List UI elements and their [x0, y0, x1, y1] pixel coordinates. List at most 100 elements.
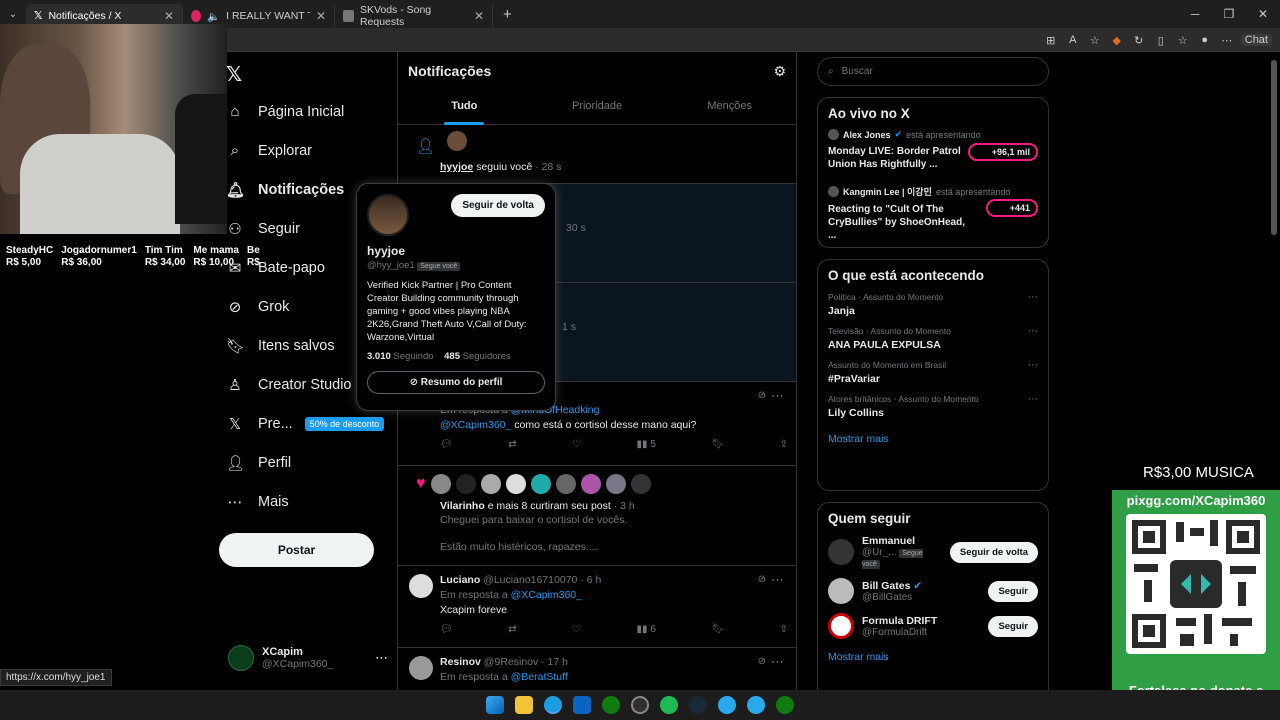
reply-notification[interactable]: ⊘ ⋯ Resinov @9Resinov · 17 h Em resposta… — [398, 648, 796, 688]
share-icon[interactable]: ⇪ — [780, 439, 788, 450]
like-icon[interactable]: ♡ — [572, 624, 581, 635]
extension-icon[interactable]: ◆ — [1109, 34, 1125, 47]
show-more-link[interactable]: Mostrar mais — [828, 651, 1038, 663]
nav-home[interactable]: ⌂ Página Inicial — [226, 92, 391, 131]
more-dots-icon[interactable]: ⋯ — [1028, 326, 1038, 337]
avatar[interactable] — [828, 578, 854, 604]
favorites-icon[interactable]: ☆ — [1175, 34, 1191, 47]
avatar[interactable] — [580, 474, 601, 494]
telegram-icon[interactable] — [747, 696, 765, 714]
refresh-icon[interactable]: ↻ — [1131, 34, 1147, 47]
avatar[interactable] — [505, 474, 526, 494]
show-more-link[interactable]: Mostrar mais — [828, 433, 1038, 445]
trend-item[interactable]: Atores britânicos · Assunto do Momento Li… — [828, 394, 1038, 419]
liker-name[interactable]: Vilarinho — [440, 500, 485, 512]
avatar[interactable] — [555, 474, 576, 494]
live-item[interactable]: Alex Jones ✔ está apresentando Monday LIVE… — [828, 129, 1038, 171]
close-window-icon[interactable]: ✕ — [1246, 0, 1280, 28]
close-tab-icon[interactable]: ✕ — [316, 9, 326, 23]
grok-small-icon[interactable]: ⊘ — [758, 656, 766, 667]
retweet-icon[interactable]: ⇄ — [508, 624, 516, 635]
avatar[interactable] — [828, 613, 854, 639]
profile-handle[interactable]: @hyy_joe1 — [367, 260, 415, 271]
tab-priority[interactable]: Prioridade — [531, 90, 664, 124]
xbox-icon[interactable] — [776, 696, 794, 714]
reply-icon[interactable]: 💬︎ — [440, 439, 453, 450]
spotify-icon[interactable] — [660, 696, 678, 714]
more-dots-icon[interactable]: ⋯ — [1028, 360, 1038, 371]
follow-button[interactable]: Seguir — [988, 580, 1038, 602]
trend-item[interactable]: Televisão · Assunto do Momento ANA PAULA … — [828, 326, 1038, 351]
mention-link[interactable]: @XCapim360_ — [440, 419, 511, 431]
file-explorer-icon[interactable] — [515, 696, 533, 714]
avatar[interactable] — [455, 474, 476, 494]
reply-icon[interactable]: 💬︎ — [440, 624, 453, 635]
tab-mentions[interactable]: Menções — [663, 90, 796, 124]
xbox-icon[interactable] — [602, 696, 620, 714]
avatar[interactable] — [605, 474, 626, 494]
following-stat[interactable]: 3.010 Seguindo — [367, 351, 434, 362]
reply-to-link[interactable]: @BeratStuff — [511, 671, 568, 683]
favorite-star-icon[interactable]: ☆ — [1087, 34, 1103, 47]
telegram-icon[interactable] — [718, 696, 736, 714]
tab-list-chevron-icon[interactable]: ⌄ — [0, 9, 26, 20]
settings-gear-icon[interactable]: ⚙ — [773, 63, 786, 80]
copilot-chat-button[interactable]: Chat — [1240, 34, 1272, 46]
nav-explore[interactable]: ⌕ Explorar — [226, 131, 391, 170]
avatar[interactable] — [480, 474, 501, 494]
windows-start-icon[interactable] — [486, 696, 504, 714]
restore-icon[interactable]: ❐ — [1212, 0, 1246, 28]
follow-back-button[interactable]: Seguir de volta — [949, 541, 1038, 563]
more-dots-icon[interactable]: ⋯ — [771, 572, 784, 588]
avatar[interactable] — [409, 574, 433, 598]
more-dots-icon[interactable]: ⋯ — [1028, 292, 1038, 303]
more-dots-icon[interactable]: ⋯ — [1028, 394, 1038, 405]
grok-small-icon[interactable]: ⊘ — [758, 390, 766, 401]
audio-icon[interactable]: 🔈 — [207, 10, 220, 23]
likes-notification[interactable]: ♥ Vilarinho e mais 8 curtiram seu post ·… — [398, 466, 796, 566]
suggestion-item[interactable]: Emmanuel @Ur_... Segue você Seguir de vol… — [828, 535, 1038, 569]
avatar[interactable] — [630, 474, 651, 494]
suggestion-item[interactable]: Bill Gates ✔ @BillGates Seguir — [828, 578, 1038, 604]
account-switcher[interactable]: XCapim @XCapim360_ ⋯ — [228, 640, 388, 676]
bookmark-icon[interactable]: 🔖︎ — [711, 439, 724, 450]
views-icon[interactable]: ▮▮ 5 — [637, 439, 656, 450]
edge-browser-icon[interactable] — [544, 696, 562, 714]
live-item[interactable]: Kangmin Lee | 이강민 está apresentando React… — [828, 185, 1038, 242]
profile-icon[interactable]: ● — [1197, 34, 1213, 46]
menu-dots-icon[interactable]: ⋯ — [1219, 34, 1235, 47]
avatar[interactable] — [828, 539, 854, 565]
tab-all[interactable]: Tudo — [398, 90, 531, 125]
read-aloud-icon[interactable]: A — [1065, 34, 1081, 46]
followers-stat[interactable]: 485 Seguidores — [444, 351, 511, 362]
follow-back-button[interactable]: Seguir de volta — [451, 194, 545, 217]
browser-tab-songs[interactable]: SKVods - Song Requests ✕ — [335, 4, 493, 28]
grok-small-icon[interactable]: ⊘ — [758, 574, 766, 585]
bookmark-icon[interactable]: 🔖︎ — [711, 624, 724, 635]
suggestion-item[interactable]: Formula DRIFT @FormulaDrift Seguir — [828, 613, 1038, 639]
like-icon[interactable]: ♡ — [572, 439, 581, 450]
nav-more[interactable]: ⋯ Mais — [226, 482, 391, 521]
share-icon[interactable]: ⇪ — [780, 624, 788, 635]
more-dots-icon[interactable]: ⋯ — [771, 654, 784, 670]
post-button[interactable]: Postar — [219, 533, 374, 567]
new-tab-icon[interactable]: + — [503, 6, 512, 23]
outlook-icon[interactable] — [573, 696, 591, 714]
close-tab-icon[interactable]: ✕ — [474, 9, 484, 23]
close-tab-icon[interactable]: ✕ — [164, 9, 174, 23]
steam-icon[interactable] — [689, 696, 707, 714]
split-screen-icon[interactable]: ▯ — [1153, 34, 1169, 47]
avatar[interactable] — [430, 474, 451, 494]
follow-button[interactable]: Seguir — [988, 615, 1038, 637]
retweet-icon[interactable]: ⇄ — [508, 439, 516, 450]
x-logo-icon[interactable]: 𝕏 — [226, 62, 242, 87]
follower-name[interactable]: hyyjoe — [440, 161, 473, 173]
trend-item[interactable]: Política · Assunto do Momento Janja ⋯ — [828, 292, 1038, 317]
views-icon[interactable]: ▮▮ 6 — [637, 624, 656, 635]
avatar[interactable] — [367, 194, 409, 236]
follow-notification[interactable]: 👤︎ hyyjoe seguiu você · 28 s — [398, 125, 796, 184]
avatar[interactable] — [530, 474, 551, 494]
nav-profile[interactable]: 👤︎ Perfil — [226, 443, 391, 482]
minimize-icon[interactable]: ─ — [1178, 0, 1212, 28]
search-input[interactable]: ⌕ Buscar — [817, 57, 1049, 86]
